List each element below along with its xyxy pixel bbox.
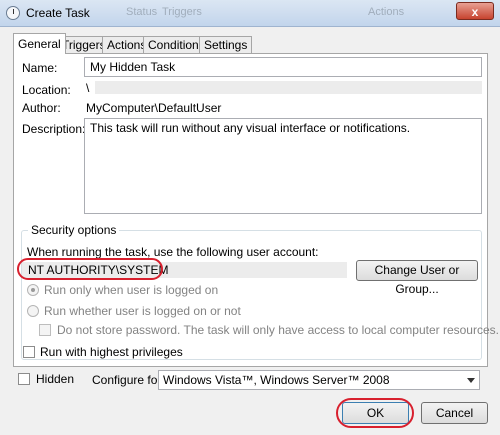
location-value: \ [86,81,90,95]
run-highest-privileges-label: Run with highest privileges [40,345,183,359]
task-clock-icon [6,6,20,20]
account-prompt: When running the task, use the following… [27,245,319,259]
run-whether-logged-on-radio[interactable] [27,305,39,317]
location-label: Location: [22,83,71,97]
run-only-logged-on-label: Run only when user is logged on [44,283,219,297]
close-icon: x [471,5,479,19]
location-field-background [95,81,482,94]
chevron-down-icon [467,378,475,383]
tab-settings[interactable]: Settings [199,36,253,53]
name-label: Name: [22,61,58,75]
hidden-checkbox[interactable] [18,373,30,385]
cancel-button[interactable]: Cancel [421,402,488,424]
author-label: Author: [22,101,61,115]
ok-highlight-circle [336,398,414,428]
author-value: MyComputer\DefaultUser [86,101,222,115]
description-input[interactable]: This task will run without any visual in… [84,118,482,214]
description-label: Description: [22,122,86,136]
hidden-label: Hidden [36,372,75,386]
configure-for-dropdown[interactable]: Windows Vista™, Windows Server™ 2008 [158,370,480,390]
do-not-store-password-checkbox[interactable] [39,324,51,336]
do-not-store-password-label: Do not store password. The task will onl… [57,323,499,337]
title-bar: Create Task Status Triggers Actions x [0,0,500,27]
account-highlight-circle [17,258,163,280]
run-whether-logged-on-label: Run whether user is logged on or not [44,304,241,318]
security-options-title: Security options [28,223,120,237]
window-title: Create Task [26,6,90,20]
run-only-logged-on-radio[interactable] [27,284,39,296]
change-user-or-group-button[interactable]: Change User or Group... [356,260,478,296]
name-input[interactable]: My Hidden Task [84,57,482,77]
configure-for-value: Windows Vista™, Windows Server™ 2008 [163,373,390,387]
configure-for-label: Configure for: [92,373,165,387]
background-triggers-text: Triggers [162,6,202,18]
background-status-text: Status [126,6,158,18]
background-actions-text: Actions [368,6,405,18]
run-highest-privileges-checkbox[interactable] [23,346,35,358]
tab-general[interactable]: General [13,33,66,54]
close-button[interactable]: x [456,2,494,20]
